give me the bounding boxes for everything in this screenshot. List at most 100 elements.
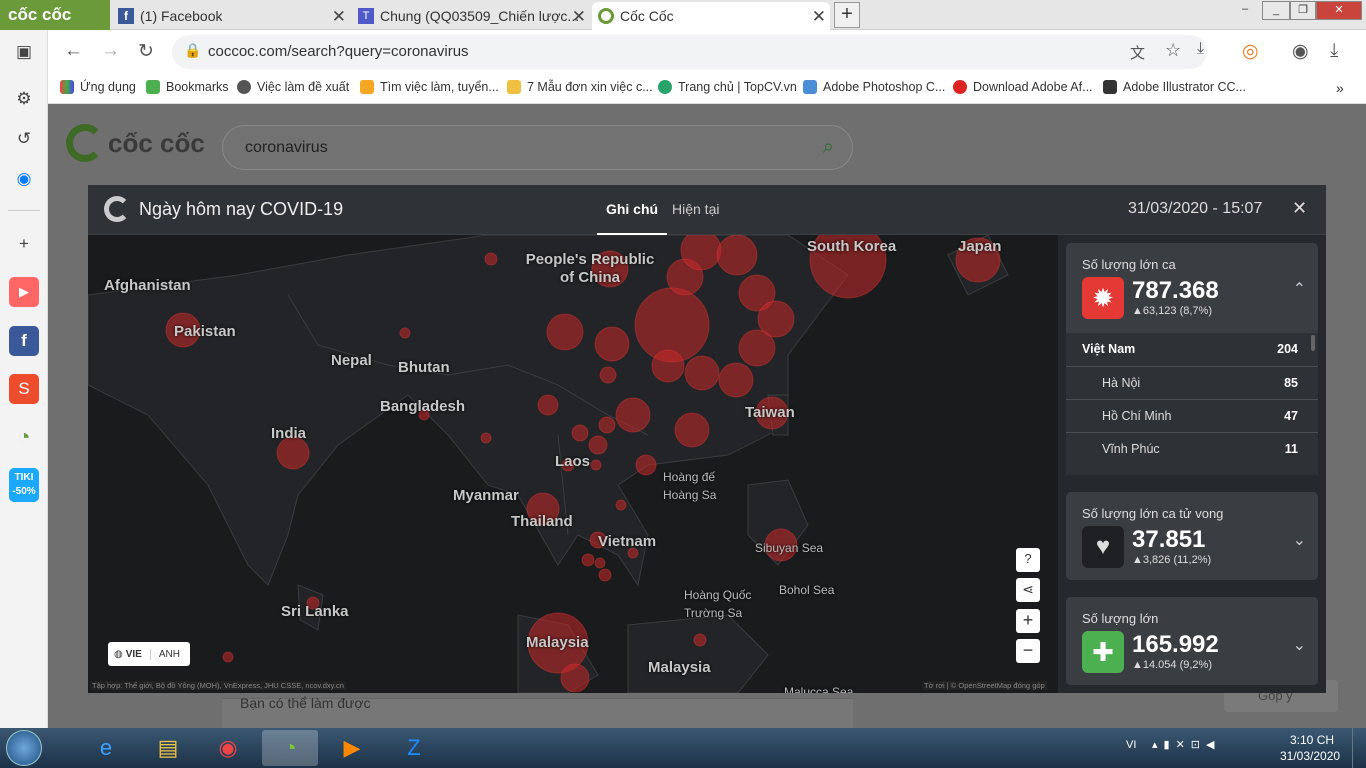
tab-current[interactable]: Hiện tại — [672, 201, 719, 217]
recovered-title: Số lượng lớn — [1082, 611, 1159, 626]
extension-icon[interactable]: ◎ — [1242, 40, 1259, 63]
list-item[interactable]: Việt Nam 204 — [1066, 333, 1318, 366]
recovered-card[interactable]: Số lượng lớn ✚ 165.992 ▲14.054 (9,2%) ⌄ — [1066, 597, 1318, 685]
ie-icon[interactable]: e — [78, 730, 134, 766]
lang-vie[interactable]: VIE — [126, 649, 142, 660]
scrollbar[interactable] — [1311, 335, 1315, 351]
chevron-up-icon[interactable]: ⌃ — [1293, 279, 1306, 299]
tiki-icon[interactable]: TIKI -50% — [9, 468, 39, 502]
language-indicator[interactable]: VI — [1126, 739, 1136, 751]
settings-icon[interactable]: ⚙ — [9, 84, 39, 114]
covid-map[interactable]: Afghanistan Pakistan Nepal Bhutan Bangla… — [88, 235, 1058, 693]
bookmark-item[interactable]: Việc làm đề xuất — [237, 80, 349, 94]
downloads-icon[interactable]: ⤓ — [1330, 40, 1338, 62]
list-item[interactable]: Hồ Chí Minh 47 — [1066, 399, 1318, 432]
cases-value: 787.368 — [1132, 277, 1219, 304]
province-name: Hồ Chí Minh — [1102, 409, 1172, 423]
attribution-osm: Tờ rơi | © OpenStreetMap đóng góp — [922, 681, 1047, 690]
chevron-down-icon[interactable]: ⌄ — [1293, 530, 1306, 550]
broken-heart-icon: ♥ — [1082, 526, 1124, 568]
forward-icon[interactable]: → — [101, 40, 120, 62]
restore-button[interactable]: ❐ — [1290, 1, 1316, 20]
bookmark-apps[interactable]: Ứng dụng — [60, 80, 136, 94]
search-icon[interactable]: ⌕ — [823, 136, 834, 159]
reload-icon[interactable]: ↻ — [138, 40, 154, 63]
explorer-icon[interactable]: ▤ — [140, 730, 196, 766]
coccoc-taskbar-icon[interactable]: ◔ — [262, 730, 318, 766]
download-page-icon[interactable]: ⤓ — [1197, 40, 1204, 58]
language-toggle[interactable]: ◍ VIE ANH — [108, 642, 190, 666]
result-text: Bạn có thể làm được — [240, 695, 371, 711]
map-label: Sibuyan Sea — [755, 541, 824, 555]
zalo-icon[interactable]: Z — [386, 730, 442, 766]
country-list: Việt Nam 204 Hà Nội 85 Hồ Chí Minh 47 Vĩ… — [1066, 333, 1318, 475]
facebook-sidebar-icon[interactable]: f — [9, 326, 39, 356]
country-name: Việt Nam — [1082, 342, 1136, 356]
heart-plus-icon: ✚ — [1082, 631, 1124, 673]
page-logo[interactable]: cốc cốc — [66, 124, 205, 162]
province-name: Hà Nội — [1102, 376, 1141, 390]
bookmark-bookmarks[interactable]: Bookmarks — [146, 80, 229, 94]
media-player-icon[interactable]: ▶ — [324, 730, 380, 766]
bookmark-item[interactable]: Adobe Illustrator CC... — [1103, 80, 1246, 94]
cases-delta: ▲63,123 (8,7%) — [1132, 305, 1212, 317]
show-desktop-button[interactable] — [1352, 728, 1366, 768]
bookmark-item[interactable]: Download Adobe Af... — [953, 80, 1093, 94]
zoom-in-button[interactable]: + — [1016, 609, 1040, 633]
clock-date[interactable]: 31/03/2020 — [1280, 749, 1340, 763]
tray-icons[interactable]: ▴▮✕⊡◀ — [1152, 738, 1220, 751]
tab-facebook[interactable]: f (1) Facebook ✕ — [112, 2, 350, 30]
facebook-icon: f — [118, 8, 134, 24]
bookmark-item[interactable]: Trang chủ | TopCV.vn — [658, 80, 797, 94]
zoom-out-button[interactable]: − — [1016, 639, 1040, 663]
add-icon[interactable]: + — [9, 229, 39, 259]
list-item[interactable]: Vĩnh Phúc 11 — [1066, 432, 1318, 465]
search-input[interactable]: coronavirus ⌕ — [222, 125, 853, 170]
sidebar-toggle-icon[interactable]: ▣ — [9, 37, 39, 67]
translate-icon[interactable]: 文 — [1130, 42, 1145, 63]
address-bar[interactable]: 🔒 coccoc.com/search?query=coronavirus 文 … — [172, 35, 1207, 69]
bookmark-site-icon — [360, 80, 374, 94]
close-tab-icon[interactable]: ✕ — [812, 7, 826, 27]
map-label: India — [271, 425, 307, 442]
bookmark-item[interactable]: 7 Mẫu đơn xin việc c... — [507, 80, 653, 94]
divider — [8, 210, 40, 211]
back-icon[interactable]: ← — [64, 40, 83, 62]
list-item[interactable]: Hà Nội 85 — [1066, 366, 1318, 399]
close-tab-icon[interactable]: ✕ — [332, 7, 346, 27]
bookmark-item[interactable]: Tìm việc làm, tuyển... — [360, 80, 499, 94]
profile-icon[interactable]: ◉ — [1292, 40, 1309, 63]
tab-coccoc[interactable]: Cốc Cốc ✕ — [592, 2, 830, 30]
help-icon[interactable]: ? — [1016, 548, 1040, 572]
messenger-icon[interactable]: ◉ — [9, 164, 39, 194]
cases-card[interactable]: Số lượng lớn ca ✹ 787.368 ▲63,123 (8,7%)… — [1066, 243, 1318, 475]
attribution-sources: Tập hợp: Thế giới, Bộ đồ Yông (MOH), VnE… — [90, 681, 346, 690]
map-label: Vietnam — [598, 533, 657, 550]
minimize-icon[interactable]: – — [1234, 1, 1256, 20]
shopee-icon[interactable]: S — [9, 374, 39, 404]
clock-time[interactable]: 3:10 CH — [1290, 733, 1334, 747]
youtube-icon[interactable]: ▶ — [9, 277, 39, 307]
tab-notes[interactable]: Ghi chú — [597, 185, 667, 235]
more-bookmarks-icon[interactable]: » — [1336, 80, 1344, 96]
deaths-card[interactable]: Số lượng lớn ca tử vong ♥ 37.851 ▲3,826 … — [1066, 492, 1318, 580]
deaths-delta: ▲3,826 (11,2%) — [1132, 554, 1212, 566]
search-value: coronavirus — [245, 139, 328, 156]
chrome-icon[interactable]: ◉ — [200, 730, 256, 766]
bookmark-item[interactable]: Adobe Photoshop C... — [803, 80, 945, 94]
close-tab-icon[interactable]: ✕ — [572, 7, 586, 27]
bookmark-star-icon[interactable]: ☆ — [1165, 40, 1181, 61]
tab-teams[interactable]: T Chung (QQ03509_Chiến lược... ✕ — [352, 2, 590, 30]
history-icon[interactable]: ↺ — [9, 124, 39, 154]
close-window-button[interactable]: ✕ — [1316, 1, 1362, 20]
start-button[interactable] — [6, 730, 42, 766]
map-label: Afghanistan — [104, 277, 191, 294]
share-icon[interactable]: ⋖ — [1016, 578, 1040, 602]
chevron-down-icon[interactable]: ⌄ — [1293, 635, 1306, 655]
close-modal-icon[interactable]: ✕ — [1292, 198, 1307, 219]
coccoc-menu-button[interactable]: cốc cốc — [0, 0, 110, 30]
new-tab-button[interactable]: + — [834, 2, 860, 28]
coccoc-sidebar-icon[interactable]: ◔ — [9, 422, 39, 452]
minimize-button[interactable]: _ — [1262, 1, 1290, 20]
lang-eng[interactable]: ANH — [149, 648, 180, 660]
